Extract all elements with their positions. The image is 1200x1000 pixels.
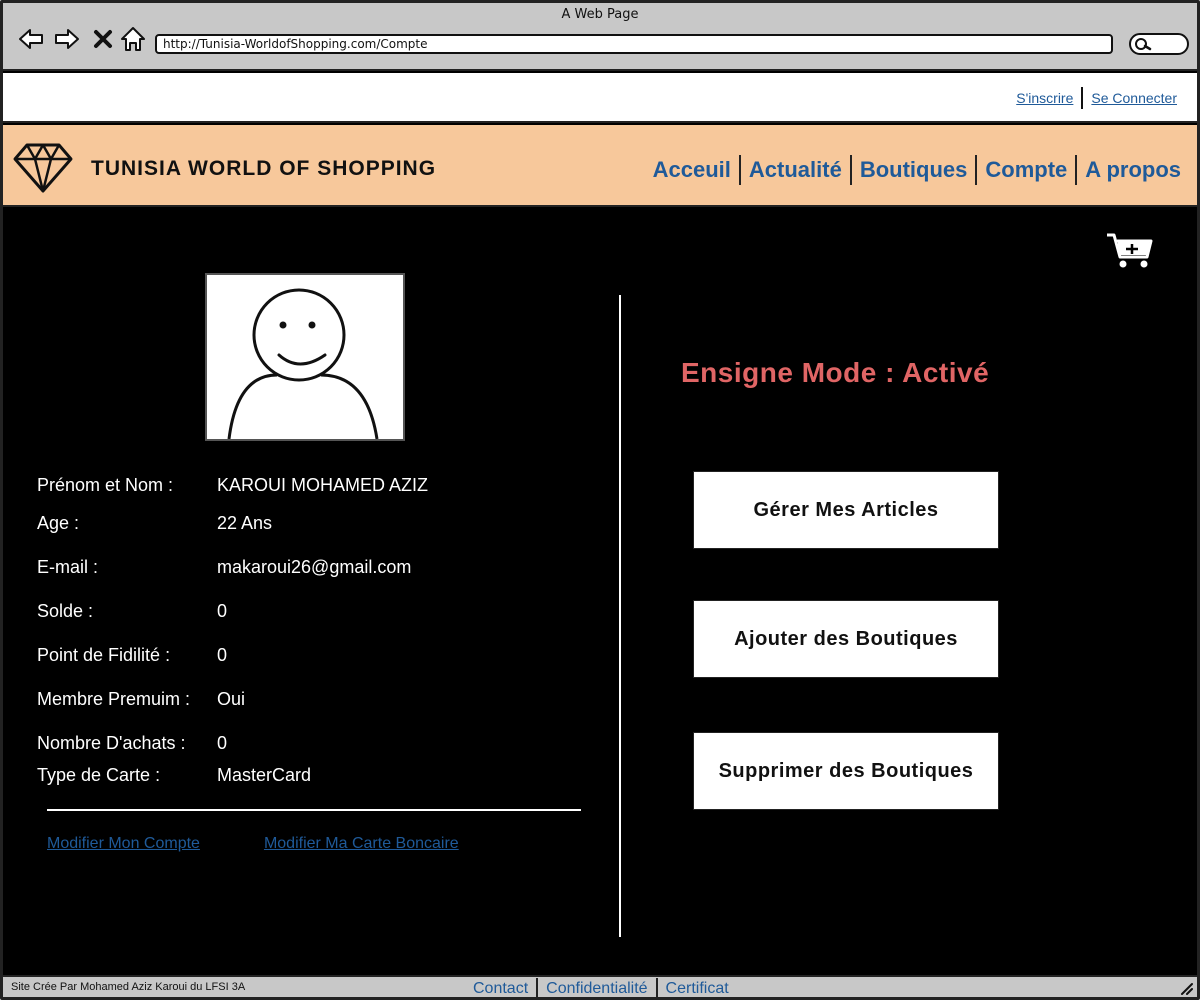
url-bar[interactable]: http://Tunisia-WorldofShopping.com/Compt… (155, 34, 1113, 54)
nav-acceuil[interactable]: Acceuil (645, 157, 739, 183)
footer-credit: Site Crée Par Mohamed Aziz Karoui du LFS… (11, 981, 246, 993)
account-content: Prénom et Nom : KAROUI MOHAMED AZIZ Age … (3, 207, 1197, 975)
auth-separator (1081, 87, 1084, 109)
diamond-logo-icon[interactable] (11, 141, 75, 195)
profile-label: E-mail : (37, 557, 99, 577)
browser-window: A Web Page http://Tunisia-WorldofShoppin… (0, 0, 1200, 1000)
profile-value: 0 (217, 601, 228, 621)
forward-button[interactable] (53, 25, 81, 53)
site-footer: Site Crée Par Mohamed Aziz Karoui du LFS… (3, 975, 1197, 1000)
footer-link-contact[interactable]: Contact (465, 980, 536, 998)
profile-value: KAROUI MOHAMED AZIZ (217, 475, 429, 495)
footer-link-certificate[interactable]: Certificat (658, 980, 737, 998)
browser-search-box[interactable] (1129, 33, 1189, 55)
brand-name[interactable]: TUNISIA WORLD OF SHOPPING (91, 157, 436, 181)
back-icon (19, 29, 43, 49)
profile-row-age: Age : 22 Ans (37, 513, 272, 534)
profile-label: Nombre D'achats : (37, 733, 186, 753)
profile-label: Age : (37, 513, 80, 533)
search-icon (1135, 38, 1152, 51)
window-title: A Web Page (561, 7, 639, 22)
manage-articles-button[interactable]: Gérer Mes Articles (693, 471, 999, 549)
forward-icon (55, 29, 79, 49)
account-links: Modifier Mon Compte Modifier Ma Carte Bo… (47, 835, 459, 853)
delete-shops-button[interactable]: Supprimer des Boutiques (693, 732, 999, 810)
profile-label: Type de Carte : (37, 765, 161, 785)
profile-value: MasterCard (217, 765, 312, 785)
profile-value: makaroui26@gmail.com (217, 557, 412, 577)
avatar-icon (227, 288, 379, 440)
main-nav: Acceuil Actualité Boutiques Compte A pro… (645, 155, 1189, 185)
login-link[interactable]: Se Connecter (1091, 90, 1177, 106)
browser-titlebar: A Web Page http://Tunisia-WorldofShoppin… (3, 3, 1197, 71)
profile-row-name: Prénom et Nom : KAROUI MOHAMED AZIZ (37, 475, 428, 496)
footer-nav: Contact Confidentialité Certificat (465, 978, 737, 1000)
profile-value: 0 (217, 733, 228, 753)
avatar (205, 273, 405, 441)
back-button[interactable] (17, 25, 45, 53)
signup-link[interactable]: S'inscrire (1016, 90, 1073, 106)
edit-account-link[interactable]: Modifier Mon Compte (47, 835, 200, 853)
profile-row-purchases: Nombre D'achats : 0 (37, 733, 227, 754)
nav-compte[interactable]: Compte (977, 157, 1075, 183)
add-shops-button[interactable]: Ajouter des Boutiques (693, 600, 999, 678)
profile-label: Point de Fidilité : (37, 645, 171, 665)
nav-actualite[interactable]: Actualité (741, 157, 850, 183)
home-button[interactable] (119, 25, 147, 53)
profile-value: 22 Ans (217, 513, 273, 533)
profile-label: Prénom et Nom : (37, 475, 174, 495)
footer-link-privacy[interactable]: Confidentialité (538, 980, 655, 998)
home-icon (121, 27, 145, 51)
nav-a-propos[interactable]: A propos (1077, 157, 1189, 183)
profile-label: Solde : (37, 601, 94, 621)
profile-value: Oui (217, 689, 246, 709)
nav-boutiques[interactable]: Boutiques (852, 157, 976, 183)
site-header: TUNISIA WORLD OF SHOPPING Acceuil Actual… (3, 125, 1197, 207)
cart-add-icon[interactable] (1105, 231, 1155, 271)
column-divider (619, 295, 621, 937)
profile-row-premium: Membre Premuim : Oui (37, 689, 245, 710)
edit-card-link[interactable]: Modifier Ma Carte Boncaire (264, 835, 459, 853)
stop-button[interactable] (89, 25, 117, 53)
auth-bar: S'inscrire Se Connecter (3, 73, 1197, 123)
profile-value: 0 (217, 645, 228, 665)
profile-row-card-type: Type de Carte : MasterCard (37, 765, 311, 786)
resize-grip-icon[interactable] (1179, 981, 1193, 995)
auth-links: S'inscrire Se Connecter (1016, 87, 1177, 109)
close-icon (94, 30, 112, 48)
merchant-mode-status: Ensigne Mode : Activé (681, 357, 990, 388)
profile-divider (47, 809, 581, 811)
profile-row-balance: Solde : 0 (37, 601, 227, 622)
profile-row-email: E-mail : makaroui26@gmail.com (37, 557, 411, 578)
profile-label: Membre Premuim : (37, 689, 191, 709)
profile-row-loyalty: Point de Fidilité : 0 (37, 645, 227, 666)
